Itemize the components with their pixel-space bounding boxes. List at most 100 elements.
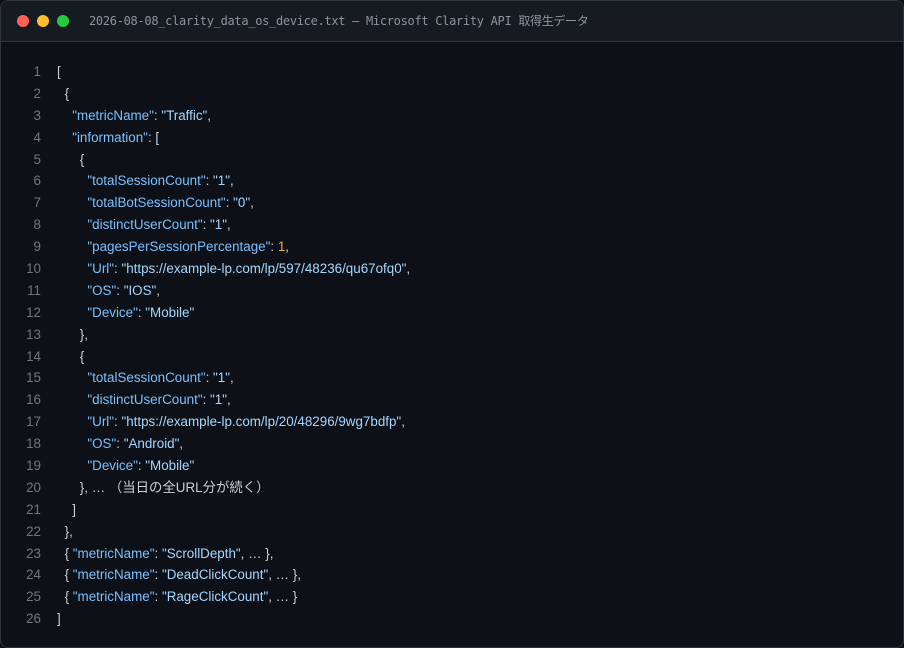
code-line: 20}, … （当日の全URL分が続く） [1,477,903,499]
line-number: 7 [33,195,41,211]
json-string: "1" [213,173,231,189]
json-punctuation: , [227,392,231,408]
line-number: 12 [26,304,41,320]
json-punctuation: , … }, [268,567,301,583]
json-punctuation: [ [57,64,61,79]
code-content: "pagesPerSessionPercentage": 1, [87,236,289,258]
code-line: 19 "Device": "Mobile" [1,455,903,477]
json-key: "metricName" [72,589,155,605]
json-punctuation: , [250,195,254,211]
code-content: "Device": "Mobile" [87,302,194,324]
minimize-window-button[interactable] [37,15,49,27]
json-key: "Device" [87,458,138,474]
json-punctuation: { [64,589,73,605]
code-content: { "metricName": "ScrollDepth", … }, [65,543,274,565]
json-punctuation: { [79,151,85,167]
code-line: 11 "OS": "IOS", [1,280,903,302]
json-string: "Traffic" [161,107,208,123]
code-line: 10 "Url": "https://example-lp.com/lp/597/… [1,258,903,280]
json-key: "distinctUserCount" [87,392,203,408]
json-punctuation: { [64,545,73,561]
json-punctuation: , [207,107,212,123]
json-key: "metricName" [72,567,155,583]
json-punctuation: , [230,173,234,189]
code-line: 22}, [1,521,903,543]
code-content: ] [57,608,61,630]
json-punctuation: , … }, [240,545,274,561]
code-line: 18 "OS": "Android", [1,433,903,455]
json-string: "ScrollDepth" [161,545,241,561]
code-line: 17 "Url": "https://example-lp.com/lp/20/4… [1,411,903,433]
json-punctuation: }, … （当日の全URL分が続く） [79,479,270,495]
code-content: "Device": "Mobile" [87,455,194,477]
json-string: "1" [213,370,231,386]
code-editor[interactable]: 1[2{3 "metricName": "Traffic", 4 "informati… [1,61,903,630]
json-string: "Android" [123,436,180,452]
title-bar: 2026-08-08_clarity_data_os_device.txt — … [1,1,903,42]
code-line: 16 "distinctUserCount": "1", [1,389,903,411]
json-string: "https://example-lp.com/lp/597/48236/qu6… [121,261,407,277]
json-punctuation: : [154,545,162,561]
json-string: "0" [233,195,251,211]
json-string: "Mobile" [145,304,195,320]
json-key: "Url" [87,261,115,277]
json-key: "metricName" [72,545,155,561]
json-punctuation: { [79,348,85,364]
code-content: "totalSessionCount": "1", [87,367,233,389]
code-content: "OS": "Android", [87,433,183,455]
json-punctuation: , [230,370,234,386]
json-string: "1" [210,392,227,408]
json-punctuation: , [179,436,184,452]
line-number: 22 [26,523,41,539]
json-punctuation: }, [64,523,73,539]
line-number: 19 [26,458,41,474]
json-key: "Url" [87,414,115,430]
maximize-window-button[interactable] [57,15,69,27]
code-line: 26] [1,608,903,630]
json-punctuation: : [202,392,211,408]
code-content: "Url": "https://example-lp.com/lp/597/48… [87,258,410,280]
code-line: 21] [1,499,903,521]
json-key: "totalBotSessionCount" [87,195,226,211]
line-number: 2 [33,85,41,101]
line-number: 25 [26,589,41,605]
line-number: 5 [33,151,41,167]
line-number: 4 [33,129,41,145]
code-content: "distinctUserCount": "1", [87,214,230,236]
json-string: "RageClickCount" [161,589,269,605]
json-punctuation: : [202,217,211,233]
line-number: 26 [26,611,41,627]
json-punctuation: : [116,436,124,452]
line-number: 6 [33,173,41,189]
line-number: 11 [27,282,41,298]
code-line: 8 "distinctUserCount": "1", [1,214,903,236]
code-content: }, [80,324,88,346]
json-punctuation: : [270,239,278,255]
close-window-button[interactable] [17,15,29,27]
code-line: 23 { "metricName": "ScrollDepth", … }, [1,543,903,565]
code-line: 6 "totalSessionCount": "1", [1,170,903,192]
line-number: 17 [26,414,41,430]
code-content: "distinctUserCount": "1", [87,389,230,411]
json-string: "Mobile" [145,458,195,474]
code-content: ] [72,499,76,521]
code-line: 5{ [1,149,903,171]
code-line: 25 { "metricName": "RageClickCount", … } [1,586,903,608]
line-number: 18 [26,436,41,452]
code-content: { "metricName": "RageClickCount", … } [65,586,298,608]
line-number: 10 [26,261,41,277]
json-punctuation: , [401,414,405,430]
code-line: 3 "metricName": "Traffic", [1,105,903,127]
code-line: 14 { [1,346,903,368]
code-content: { "metricName": "DeadClickCount", … }, [65,564,301,586]
json-punctuation: { [64,567,73,583]
code-content: "totalSessionCount": "1", [87,170,233,192]
code-line: 2{ [1,83,903,105]
json-punctuation: { [64,85,70,101]
json-punctuation: ] [57,611,61,627]
line-number: 23 [26,545,41,561]
code-line: 13}, [1,324,903,346]
line-number: 3 [33,107,41,123]
code-line: 7 "totalBotSessionCount": "0", [1,192,903,214]
editor-window: 2026-08-08_clarity_data_os_device.txt — … [0,0,904,648]
